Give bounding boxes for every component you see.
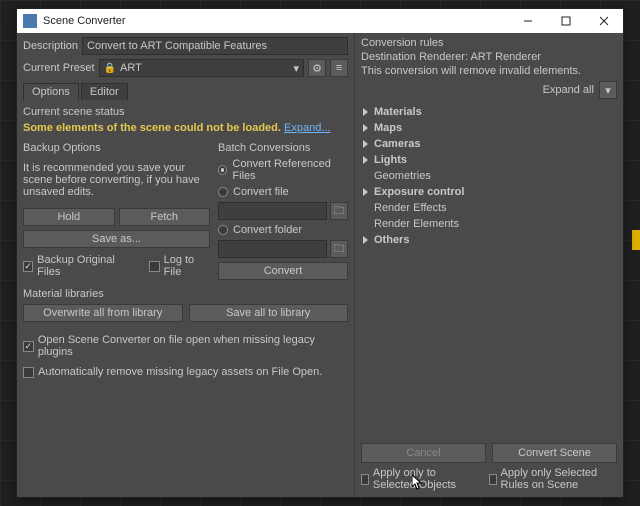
- chevron-down-icon: ▾: [293, 62, 299, 75]
- titlebar[interactable]: Scene Converter: [17, 9, 623, 33]
- tree-item-render-effects[interactable]: Render Effects: [361, 201, 617, 215]
- scene-converter-window: Scene Converter Description Convert to A…: [16, 8, 624, 498]
- save-lib-button[interactable]: Save all to library: [189, 304, 349, 322]
- auto-remove-checkbox[interactable]: Automatically remove missing legacy asse…: [23, 366, 348, 378]
- description-label: Description: [23, 40, 78, 52]
- convert-folder-field[interactable]: [218, 240, 327, 258]
- convert-file-field[interactable]: [218, 202, 327, 220]
- status-message: Some elements of the scene could not be …: [23, 122, 281, 134]
- close-button[interactable]: [585, 9, 623, 33]
- cancel-button[interactable]: Cancel: [361, 443, 486, 463]
- tree-item-exposure[interactable]: Exposure control: [361, 185, 617, 199]
- status-label: Current scene status: [23, 106, 348, 118]
- apply-selected-rules-checkbox[interactable]: Apply only Selected Rules on Scene: [489, 467, 617, 491]
- status-expand-link[interactable]: Expand...: [284, 122, 330, 134]
- hold-button[interactable]: Hold: [23, 208, 115, 226]
- folder-icon: 🗀: [334, 202, 345, 221]
- rules-tree: Materials Maps Cameras Lights Geometries…: [361, 105, 617, 247]
- tree-item-materials[interactable]: Materials: [361, 105, 617, 119]
- tree-item-maps[interactable]: Maps: [361, 121, 617, 135]
- folder-icon: 🗀: [334, 240, 345, 259]
- cursor-icon: [412, 475, 424, 491]
- preset-menu-button[interactable]: ≡: [330, 59, 348, 77]
- convert-file-radio[interactable]: Convert file: [218, 186, 348, 198]
- lock-icon: 🔒: [104, 63, 116, 74]
- preset-dropdown[interactable]: 🔒 ART ▾: [99, 59, 304, 77]
- window-title: Scene Converter: [43, 15, 509, 27]
- preset-label: Current Preset: [23, 62, 95, 74]
- save-as-button[interactable]: Save as...: [23, 230, 210, 248]
- backup-title: Backup Options: [23, 142, 210, 154]
- tree-item-lights[interactable]: Lights: [361, 153, 617, 167]
- overwrite-lib-button[interactable]: Overwrite all from library: [23, 304, 183, 322]
- browse-file-button[interactable]: 🗀: [330, 202, 348, 220]
- convert-scene-button[interactable]: Convert Scene: [492, 443, 617, 463]
- rules-note: This conversion will remove invalid elem…: [361, 65, 617, 77]
- rules-title: Conversion rules: [361, 37, 617, 49]
- tree-item-others[interactable]: Others: [361, 233, 617, 247]
- menu-icon: ≡: [336, 62, 342, 74]
- matlib-title: Material libraries: [23, 288, 348, 300]
- browse-folder-button[interactable]: 🗀: [330, 240, 348, 258]
- maximize-button[interactable]: [547, 9, 585, 33]
- description-field[interactable]: Convert to ART Compatible Features: [82, 37, 348, 55]
- fetch-button[interactable]: Fetch: [119, 208, 211, 226]
- app-icon: [23, 14, 37, 28]
- tree-item-geometries[interactable]: Geometries: [361, 169, 617, 183]
- batch-convert-button[interactable]: Convert: [218, 262, 348, 280]
- tab-options[interactable]: Options: [23, 83, 79, 100]
- rules-dest: Destination Renderer: ART Renderer: [361, 51, 617, 63]
- convert-folder-radio[interactable]: Convert folder: [218, 224, 348, 236]
- minimize-button[interactable]: [509, 9, 547, 33]
- gear-icon: ⚙: [312, 62, 322, 75]
- expand-all-link[interactable]: Expand all: [543, 84, 594, 96]
- batch-title: Batch Conversions: [218, 142, 348, 154]
- tree-item-render-elements[interactable]: Render Elements: [361, 217, 617, 231]
- log-to-file-checkbox[interactable]: Log to File: [149, 254, 210, 278]
- tree-item-cameras[interactable]: Cameras: [361, 137, 617, 151]
- convert-ref-radio[interactable]: Convert Referenced Files: [218, 158, 348, 182]
- expand-all-button[interactable]: ▾: [599, 81, 617, 99]
- backup-note: It is recommended you save your scene be…: [23, 162, 210, 198]
- open-on-missing-checkbox[interactable]: Open Scene Converter on file open when m…: [23, 334, 348, 358]
- tab-editor[interactable]: Editor: [81, 83, 128, 100]
- settings-button[interactable]: ⚙: [308, 59, 326, 77]
- backup-files-checkbox[interactable]: Backup Original Files: [23, 254, 131, 278]
